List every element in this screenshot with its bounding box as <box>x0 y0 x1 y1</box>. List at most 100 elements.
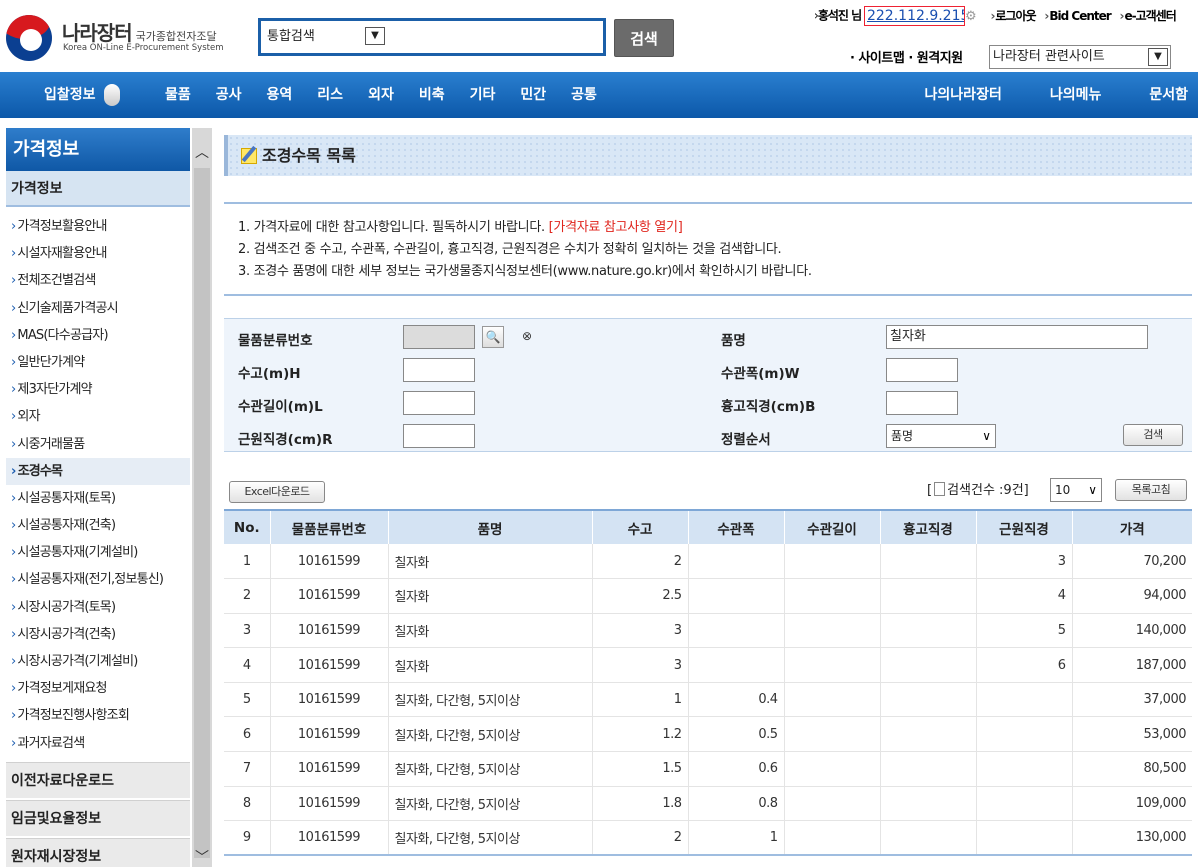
cell-category-no: 10161599 <box>269 578 388 614</box>
clear-icon[interactable]: ⊗ <box>516 326 538 348</box>
crown-width-input[interactable] <box>886 358 958 382</box>
reference-notes-link[interactable]: [가격자료 참고사항 열기] <box>549 220 683 235</box>
item-name-link[interactable]: 칠자화, 다간형, 5지이상 <box>387 682 592 718</box>
nav-my-naramarket[interactable]: 나의나라장터 <box>925 72 1002 118</box>
nav-document-box[interactable]: 문서함 <box>1149 72 1188 118</box>
label-sort-order: 정렬순서 <box>721 432 771 448</box>
page-size-select[interactable]: 10 ∨ <box>1050 478 1102 502</box>
nav-item[interactable]: 민간 <box>520 72 546 118</box>
sidebar-item[interactable]: 시장시공가격(토목) <box>6 594 190 621</box>
cell-category-no: 10161599 <box>269 647 388 683</box>
sidebar-group[interactable]: 이전자료다운로드 <box>6 762 190 798</box>
sort-order-select[interactable]: 품명 ∨ <box>886 424 996 448</box>
results-table: No. 물품분류번호 품명 수고 수관폭 수관길이 흉고직경 근원직경 가격 1… <box>224 509 1192 857</box>
chevron-down-icon[interactable]: ∨ <box>982 425 991 447</box>
nav-my-menu[interactable]: 나의메뉴 <box>1050 72 1102 118</box>
excel-download-button[interactable]: Excel다운로드 <box>229 481 325 503</box>
ip-address-link[interactable]: 222.112.9.215 <box>863 6 965 26</box>
search-icon[interactable]: 🔍 <box>482 326 504 348</box>
nav-item[interactable]: 리스 <box>317 72 343 118</box>
notice-line: 1. 가격자료에 대한 참고사항입니다. 필독하시기 바랍니다. [가격자료 참… <box>238 220 683 235</box>
sidebar-item[interactable]: 시설공통자재(건축) <box>6 512 190 539</box>
chevron-up-icon[interactable]: ︿ <box>192 142 212 162</box>
sidebar-item[interactable]: 시장시공가격(기계설비) <box>6 648 190 675</box>
item-name-link[interactable]: 칠자화, 다간형, 5지이상 <box>387 716 592 753</box>
table-row: 4 10161599 칠자화 3 6 187,000 <box>224 647 1192 683</box>
sidebar-item[interactable]: 가격정보활용안내 <box>6 213 190 240</box>
cell-price: 53,000 <box>1071 716 1192 753</box>
sidebar-item[interactable]: 시설자재활용안내 <box>6 240 190 267</box>
nav-item[interactable]: 비축 <box>419 72 445 118</box>
sidebar-item[interactable]: 시장시공가격(건축) <box>6 621 190 648</box>
sidebar-item[interactable]: 제3자단가계약 <box>6 376 190 403</box>
column-header: 수관길이 <box>783 509 880 544</box>
sidebar-item-active[interactable]: 조경수목 <box>6 457 190 485</box>
search-button[interactable]: 검색 <box>614 19 674 57</box>
nav-bid-info[interactable]: 입찰정보 <box>44 72 120 118</box>
sidebar-item[interactable]: 가격정보진행사항조회 <box>6 702 190 729</box>
related-sites-select[interactable]: 나라장터 관련사이트 ▼ <box>989 45 1171 69</box>
nav-item[interactable]: 기타 <box>470 72 496 118</box>
item-name-link[interactable]: 칠자화, 다간형, 5지이상 <box>387 820 592 857</box>
logout-link[interactable]: 로그아웃 <box>990 9 1036 23</box>
sidebar-group[interactable]: 임금및요율정보 <box>6 800 190 836</box>
sidebar-scrollbar[interactable]: ︿ ﹀ <box>192 128 212 867</box>
sidebar-item[interactable]: 시설공통자재(기계설비) <box>6 539 190 566</box>
gear-icon[interactable]: ⚙ <box>965 9 977 24</box>
chevron-down-icon[interactable]: ▼ <box>1148 48 1168 66</box>
sidebar-item[interactable]: 전체조건별검색 <box>6 267 190 294</box>
cell-no: 8 <box>224 786 270 822</box>
sidebar-item[interactable]: 외자 <box>6 403 190 430</box>
filter-search-button[interactable]: 검색 <box>1123 424 1183 446</box>
sidebar-item[interactable]: 시설공통자재(토목) <box>6 485 190 512</box>
table-row: 8 10161599 칠자화, 다간형, 5지이상 1.8 0.8 109,00… <box>224 786 1192 822</box>
category-no-input[interactable] <box>403 325 475 349</box>
sitemap-remote-links[interactable]: · 사이트맵 · 원격지원 <box>850 47 963 66</box>
label-crown-length: 수관길이(m)L <box>238 399 323 415</box>
height-input[interactable] <box>403 358 475 382</box>
customer-center-link[interactable]: e-고객센터 <box>1120 9 1177 23</box>
nav-item[interactable]: 용역 <box>267 72 293 118</box>
main-nav: 입찰정보 물품 공사 용역 리스 외자 비축 기타 민간 공통 나의나라장터 나의메뉴 문서함 <box>0 72 1198 118</box>
chevron-down-icon[interactable]: ▼ <box>365 27 385 45</box>
item-name-link[interactable]: 칠자화 <box>387 544 592 580</box>
crown-length-input[interactable] <box>403 391 475 415</box>
cell-crown-width: 0.5 <box>687 716 784 753</box>
sidebar-section-title[interactable]: 가격정보 <box>6 171 190 207</box>
nav-item[interactable]: 물품 <box>165 72 191 118</box>
cell-crown-width: 1 <box>687 820 784 857</box>
search-bar[interactable]: 통합검색 ▼ <box>258 18 606 56</box>
bid-center-link[interactable]: Bid Center <box>1044 9 1111 23</box>
chevron-down-icon[interactable]: ∨ <box>1088 479 1097 501</box>
refresh-list-button[interactable]: 목록고침 <box>1115 479 1187 501</box>
result-count: [검색건수 :9건] <box>927 482 1029 498</box>
sidebar-item[interactable]: MAS(다수공급자) <box>6 322 190 349</box>
sidebar-item[interactable]: 일반단가계약 <box>6 349 190 376</box>
item-name-link[interactable]: 칠자화, 다간형, 5지이상 <box>387 786 592 822</box>
table-row: 7 10161599 칠자화, 다간형, 5지이상 1.5 0.6 80,500 <box>224 751 1192 787</box>
cell-crown-width: 0.8 <box>687 786 784 822</box>
scrollbar-thumb[interactable] <box>194 168 210 858</box>
user-utility-bar: ›홍석진 님 222.112.9.215⚙ 로그아웃 Bid Center e-… <box>814 6 1177 26</box>
cell-height: 2 <box>591 544 688 580</box>
root-diameter-input[interactable] <box>403 424 475 448</box>
label-crown-width: 수관폭(m)W <box>721 366 800 382</box>
item-name-link[interactable]: 칠자화 <box>387 578 592 614</box>
breast-diameter-input[interactable] <box>886 391 958 415</box>
item-name-link[interactable]: 칠자화, 다간형, 5지이상 <box>387 751 592 787</box>
search-scope-select[interactable]: 통합검색 ▼ <box>265 25 385 47</box>
sidebar-item[interactable]: 신기술제품가격공시 <box>6 295 190 322</box>
item-name-input[interactable]: 칠자화 <box>886 325 1148 349</box>
sidebar-item[interactable]: 시설공통자재(전기,정보통신) <box>6 566 190 593</box>
sidebar-item[interactable]: 시중거래물품 <box>6 431 190 458</box>
chevron-down-icon[interactable]: ﹀ <box>192 847 212 867</box>
sidebar-item[interactable]: 가격정보게재요청 <box>6 675 190 702</box>
item-name-link[interactable]: 칠자화 <box>387 613 592 649</box>
nav-item[interactable]: 공통 <box>571 72 597 118</box>
sidebar-group[interactable]: 원자재시장정보 <box>6 838 190 867</box>
logo[interactable]: 나라장터 국가종합전자조달 Korea ON-Line E-Procurement… <box>6 15 256 61</box>
nav-item[interactable]: 공사 <box>216 72 242 118</box>
item-name-link[interactable]: 칠자화 <box>387 647 592 683</box>
nav-item[interactable]: 외자 <box>368 72 394 118</box>
sidebar-item[interactable]: 과거자료검색 <box>6 730 190 757</box>
